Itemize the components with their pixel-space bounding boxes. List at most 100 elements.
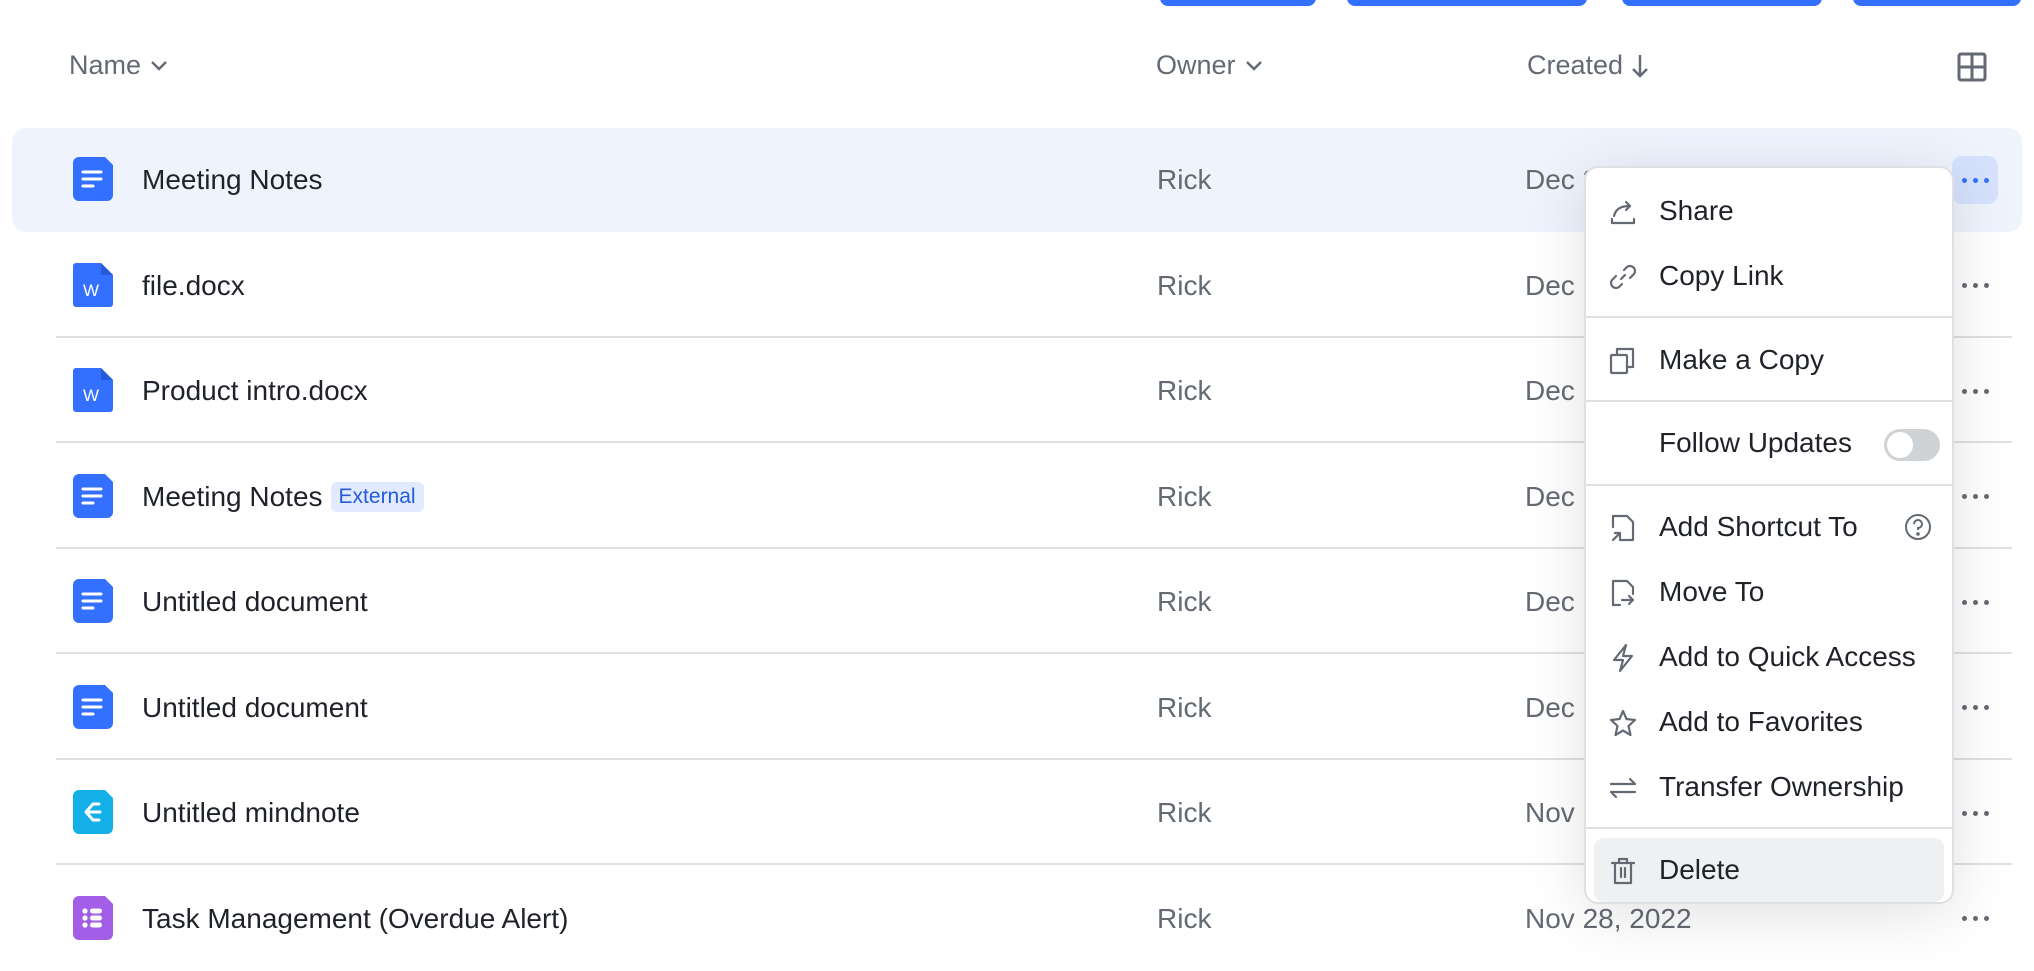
file-name-cell[interactable]: Meeting Notes [142,128,323,232]
menu-item-label: Copy Link [1659,260,1784,291]
menu-item-follow-updates[interactable]: Follow Updates [1594,411,1944,475]
more-actions-button[interactable] [1952,789,1998,837]
file-name-cell[interactable]: Untitled document [142,656,368,760]
file-type-icon [73,473,113,518]
menu-item-label: Add to Quick Access [1659,641,1916,672]
file-type-icon: W [73,262,113,307]
file-name: Untitled mindnote [142,797,360,828]
file-name-cell[interactable]: Untitled document [142,550,368,654]
menu-item-label: Add Shortcut To [1659,511,1858,542]
more-dot [1983,283,1989,288]
doc-file-icon [73,684,113,729]
file-name: Untitled document [142,691,368,723]
menu-item-add-shortcut[interactable]: Add Shortcut To [1594,495,1944,559]
menu-item-label: Share [1659,195,1734,226]
column-header-owner[interactable]: Owner [1156,50,1264,81]
word-file-icon: W [73,368,113,412]
copy-icon [1609,347,1635,375]
column-header-name-label: Name [69,50,142,80]
menu-item-transfer-ownership[interactable]: Transfer Ownership [1594,755,1944,819]
toolbar-button-4[interactable] [1853,0,2021,6]
file-name: Product intro.docx [142,375,368,406]
toolbar-button-1[interactable] [1160,0,1316,6]
menu-divider [1586,400,1952,402]
more-dot [1961,916,1967,921]
more-dot [1961,494,1967,499]
more-dot [1983,916,1989,921]
menu-item-delete[interactable]: Delete [1594,838,1944,902]
file-type-icon: W [73,368,113,412]
more-dot [1961,283,1967,288]
lightning-icon [1612,643,1634,673]
menu-item-make-a-copy[interactable]: Make a Copy [1594,328,1944,392]
grid-view-toggle[interactable] [1957,52,1987,82]
owner-cell: Rick [1157,269,1212,301]
doc-file-icon [73,579,113,623]
file-type-icon [73,157,113,201]
more-actions-button[interactable] [1952,262,1998,310]
more-dot [1972,810,1978,816]
file-type-icon [73,684,113,729]
more-actions-button[interactable] [1952,367,1998,415]
share-icon [1610,200,1636,225]
arrow-down-icon [1632,54,1648,78]
column-header-owner-label: Owner [1156,50,1236,80]
follow-updates-toggle[interactable] [1884,429,1940,461]
owner-cell: Rick [1157,480,1212,512]
toolbar-button-3[interactable] [1622,0,1822,6]
owner-cell: Rick [1157,902,1212,934]
question-circle-icon[interactable] [1904,513,1932,541]
move-icon [1611,579,1635,607]
mindnote-file-icon [73,790,113,834]
toolbar-button-2[interactable] [1347,0,1587,6]
file-type-icon [73,790,113,834]
doc-file-icon [73,157,113,201]
more-actions-button[interactable] [1952,578,1998,626]
doc-file-icon [73,473,113,518]
file-name: Meeting Notes [142,164,323,195]
more-dot [1961,388,1967,394]
file-name: file.docx [142,269,245,301]
column-header-name[interactable]: Name [69,50,169,81]
more-dot [1961,599,1967,605]
file-name-cell[interactable]: file.docx [142,234,245,338]
menu-item-move-to[interactable]: Move To [1594,560,1944,624]
menu-item-label: Make a Copy [1659,344,1824,375]
more-dot [1972,177,1978,183]
file-name-cell[interactable]: Meeting Notes External [142,445,424,549]
menu-item-label: Follow Updates [1659,427,1852,458]
shortcut-icon [1611,514,1635,542]
grid-view-icon [1957,52,1987,82]
more-dot [1961,810,1967,816]
external-badge: External [330,481,424,512]
menu-item-copy-link[interactable]: Copy Link [1594,244,1944,308]
more-dot [1972,494,1978,499]
menu-item-add-to-quick-access[interactable]: Add to Quick Access [1594,625,1944,689]
more-dot [1972,388,1978,394]
file-name-cell[interactable]: Untitled mindnote [142,761,360,865]
owner-cell: Rick [1157,586,1212,617]
toggle-knob [1887,432,1913,458]
menu-item-add-to-favorites[interactable]: Add to Favorites [1594,690,1944,754]
more-dot [1961,177,1967,183]
more-dot [1972,599,1978,605]
more-actions-button[interactable] [1952,156,1998,204]
menu-item-label: Add to Favorites [1659,706,1863,737]
menu-item-share[interactable]: Share [1594,179,1944,243]
file-name: Meeting Notes [142,480,323,512]
menu-item-label: Transfer Ownership [1659,771,1904,802]
svg-text:W: W [83,386,99,405]
more-dot [1983,705,1989,710]
file-name: Task Management (Overdue Alert) [142,902,569,934]
file-name: Untitled document [142,586,368,617]
more-actions-button[interactable] [1952,473,1998,521]
more-dot [1972,705,1978,710]
menu-item-label: Delete [1659,854,1740,885]
column-header-created-label: Created [1527,50,1624,80]
file-name-cell[interactable]: Task Management (Overdue Alert) [142,867,568,971]
column-header-created[interactable]: Created [1527,50,1649,81]
file-name-cell[interactable]: Product intro.docx [142,339,368,443]
more-actions-button[interactable] [1952,684,1998,732]
file-type-icon [73,579,113,623]
more-actions-button[interactable] [1952,895,1998,943]
